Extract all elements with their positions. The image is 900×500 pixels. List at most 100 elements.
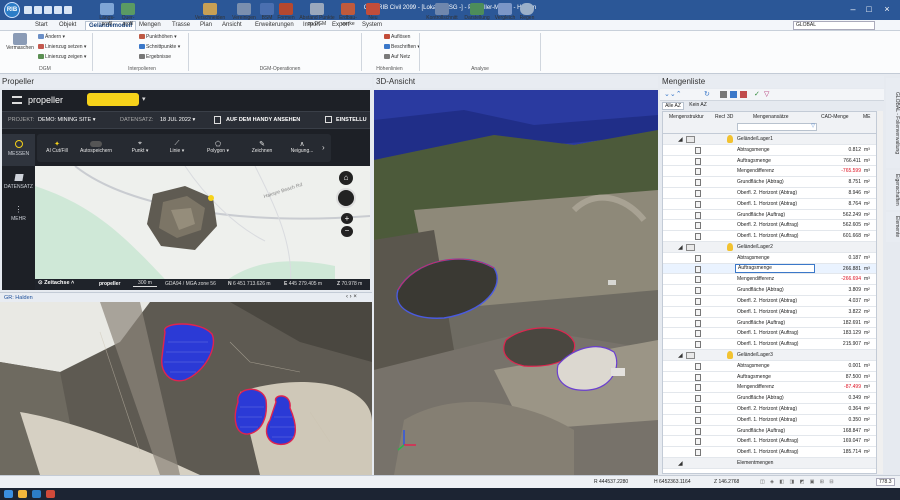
table-row[interactable]: Oberfl. 1. Horizont (Auftrag) 601.668 m²	[663, 231, 876, 242]
group-row[interactable]: ◢ Gelände/Lager1	[663, 134, 876, 145]
aendern-button[interactable]: Ändern ▾	[38, 34, 65, 40]
darstellung-button[interactable]: Darstellung	[462, 3, 492, 21]
beschriften-button[interactable]: Beschriften ▾	[384, 44, 420, 50]
maximize-button[interactable]: □	[862, 3, 876, 15]
table-row[interactable]: Oberfl. 1. Horizont (Auftrag) 185.714 m²	[663, 447, 876, 458]
tool-neigung[interactable]: ∧ Neigung...	[284, 140, 320, 154]
table-row[interactable]: Oberfl. 2. Horizont (Abtrag) 8.946 m²	[663, 188, 876, 199]
table-scrollbar[interactable]	[877, 111, 883, 474]
table-row[interactable]: Oberfl. 1. Horizont (Auftrag) 215.907 m²	[663, 339, 876, 350]
explorer-icon[interactable]	[18, 490, 27, 498]
menu-ansicht[interactable]: Ansicht	[219, 21, 245, 30]
propeller-map[interactable]: Hakspe Beach Rd ⌂ + − ⊙ Zeitachse ˄ prop…	[35, 165, 371, 291]
table-row[interactable]: Oberfl. 1. Horizont (Abtrag) 3.822 m²	[663, 307, 876, 318]
col-recht[interactable]: Recht	[715, 114, 725, 120]
mengen-filter-input[interactable]: ▽	[737, 123, 817, 131]
global-select[interactable]: GLOBAL	[793, 21, 875, 30]
table-row[interactable]: Auftragsmenge 266.881 m³	[663, 263, 876, 275]
tab-eigenschaften[interactable]: Eigenschaften	[886, 170, 900, 210]
vergleich-button[interactable]: Vergleich	[493, 3, 517, 21]
col-me[interactable]: ME	[863, 114, 871, 120]
menu-plan[interactable]: Plan	[197, 21, 215, 30]
tab-alle-az[interactable]: Alle AZ	[662, 102, 684, 110]
print-icon[interactable]	[720, 91, 727, 98]
panel-nav-arrows[interactable]: ‹ › ×	[346, 294, 357, 300]
menu-erweiterungen[interactable]: Erweiterungen	[252, 21, 297, 30]
table-row[interactable]: Mengendifferenz -765.599 m³	[663, 166, 876, 178]
table-row[interactable]: Grundfläche (Auftrag) 182.691 m²	[663, 318, 876, 329]
linienzug-zeigen-button[interactable]: Linienzug zeigen ▾	[38, 54, 86, 60]
timeline-button[interactable]: ⊙ Zeitachse ˄	[38, 280, 74, 286]
chevron-down-icon[interactable]: ▾	[142, 95, 146, 103]
collapse-all-icon[interactable]: ⌄⌄⌃	[664, 90, 682, 98]
group-row[interactable]: ◢ Gelände/Lager2	[663, 242, 876, 253]
vermaschen-button[interactable]: Vermaschen	[6, 33, 34, 51]
toolbar-next-arrow[interactable]: ›	[322, 143, 325, 152]
menu-mengen[interactable]: Mengen	[136, 21, 164, 30]
punkthoehen-button[interactable]: Punkthöhen ▾	[139, 34, 177, 40]
regen-button[interactable]: Regen	[518, 3, 536, 21]
group-row[interactable]: ◢ Elementmengen	[663, 458, 876, 469]
tool-polygon[interactable]: ⬠ Polygon ▾	[200, 140, 236, 154]
tab-elemente[interactable]: Elemente	[886, 212, 900, 242]
menu-start[interactable]: Start	[32, 21, 51, 30]
table-row[interactable]: Oberfl. 2. Horizont (Auftrag) 562.605 m²	[663, 220, 876, 232]
tool-zeichnen[interactable]: ✎ Zeichnen	[246, 140, 278, 154]
kontrollschnitt-button[interactable]: Kontrollschnitt	[423, 3, 461, 21]
querprofil-button[interactable]: Quer-profil	[119, 3, 137, 27]
tab-kein-az[interactable]: Kein AZ	[686, 102, 710, 110]
workspace-switch-button[interactable]	[87, 93, 139, 106]
formen-button[interactable]: Formen	[276, 3, 296, 21]
sidebar-item-mehr[interactable]: ⋮ MEHR	[2, 204, 35, 230]
tool-punkt[interactable]: ⌖ Punkt ▾	[124, 140, 156, 154]
collapse-icon[interactable]: ◢	[678, 351, 683, 361]
tool-autospeichern[interactable]: Autospeichern	[76, 140, 116, 154]
vereinigen-button[interactable]: Vereinigen	[229, 3, 259, 21]
delete-icon[interactable]	[740, 91, 747, 98]
menu-system[interactable]: System	[359, 21, 385, 30]
menu-trasse[interactable]: Trasse	[169, 21, 193, 30]
table-row[interactable]: Mengendifferenz -87.499 m³	[663, 382, 876, 394]
verschneiden-button[interactable]: Verschneiden	[192, 3, 228, 21]
table-row[interactable]: Oberfl. 1. Horizont (Abtrag) 0.350 m²	[663, 415, 876, 426]
browser-icon[interactable]	[46, 490, 55, 498]
close-button[interactable]: ×	[880, 3, 894, 15]
table-row[interactable]: Mengendifferenz -266.694 m³	[663, 274, 876, 286]
collapse-icon[interactable]: ◢	[678, 459, 683, 469]
table-row[interactable]: Oberfl. 2. Horizont (Abtrag) 0.364 m²	[663, 404, 876, 415]
table-row[interactable]: Grundfläche (Abtrag) 0.349 m²	[663, 393, 876, 404]
collapse-icon[interactable]: ◢	[678, 135, 683, 145]
table-row[interactable]: Oberfl. 2. Horizont (Abtrag) 4.037 m²	[663, 296, 876, 307]
dataset-select[interactable]: 18 JUL 2022 ▾	[160, 117, 195, 123]
cad-app-icon[interactable]	[32, 490, 41, 498]
table-row[interactable]: Grundfläche (Auftrag) 562.249 m²	[663, 210, 876, 221]
project-select[interactable]: DEMO: MINING SITE ▾	[38, 117, 95, 123]
compass-button[interactable]	[336, 188, 356, 208]
abstand-button[interactable]: Abstand Punkte zu DGM	[298, 3, 336, 27]
table-row[interactable]: Grundfläche (Auftrag) 168.847 m²	[663, 426, 876, 437]
sidebar-item-messen[interactable]: MESSEN	[2, 134, 35, 166]
sidebar-item-datensatz[interactable]: DATENSATZ	[2, 170, 35, 198]
aufloesen-button[interactable]: Auflösen	[384, 34, 410, 40]
gis-plan-view[interactable]	[0, 302, 372, 475]
neu-button[interactable]: Neu	[364, 3, 382, 21]
group-row[interactable]: ◢ Gelände/Lager3	[663, 350, 876, 361]
home-button[interactable]: ⌂	[339, 171, 353, 185]
zoom-scale-field[interactable]: 778.3	[876, 478, 895, 486]
laengsprofil-button[interactable]: Längs-profil	[96, 3, 118, 27]
bsm-button[interactable]: BSM	[260, 3, 274, 21]
col-mengenansaetze[interactable]: Mengenansätze	[753, 114, 789, 120]
schnittpunkte-button[interactable]: Schnittpunkte ▾	[139, 44, 180, 50]
zoom-in-button[interactable]: +	[341, 213, 353, 224]
table-row[interactable]: Grundfläche (Abtrag) 8.751 m²	[663, 177, 876, 188]
check-icon[interactable]: ✓	[754, 90, 760, 98]
snap-toggles[interactable]: ◫ ◈ ◧ ◨ ◩ ▣ ⊞ ⊟	[760, 479, 836, 485]
tool-ai-cut-fill[interactable]: ✦ AI Cut/Fill	[40, 140, 74, 154]
filter-icon[interactable]: ▽	[764, 90, 769, 98]
lightbulb-icon[interactable]	[727, 351, 733, 359]
table-row[interactable]: Oberfl. 1. Horizont (Abtrag) 8.764 m²	[663, 199, 876, 210]
table-row[interactable]: Auftragsmenge 87.500 m³	[663, 372, 876, 383]
table-row[interactable]: Grundfläche (Abtrag) 3.809 m²	[663, 285, 876, 296]
erdbauwerke-button[interactable]: Erdbau-werke	[337, 3, 359, 27]
table-row[interactable]: Abtragsmenge 0.001 m³	[663, 361, 876, 372]
